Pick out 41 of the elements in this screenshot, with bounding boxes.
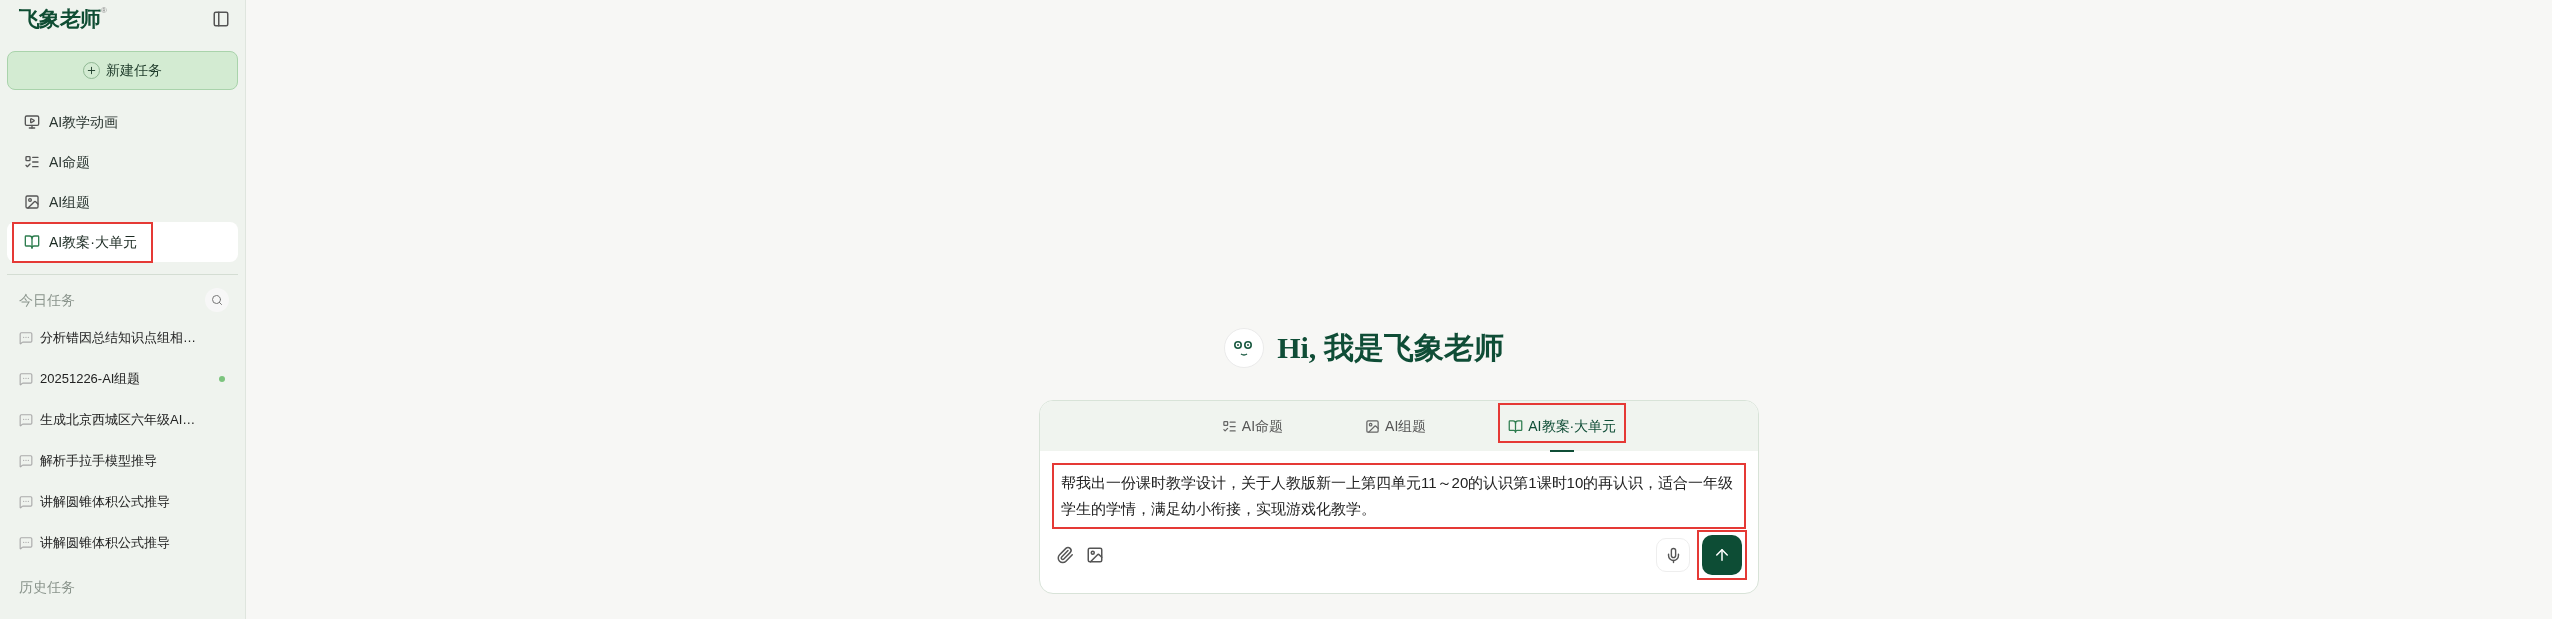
tab[interactable]: AI命题: [1211, 401, 1294, 451]
task-item[interactable]: 20251226-AI组题: [7, 358, 238, 399]
tab-underline: [1550, 450, 1575, 452]
microphone-button[interactable]: [1656, 538, 1690, 572]
attach-icon[interactable]: [1056, 546, 1074, 564]
chat-bubble-icon: [19, 412, 33, 427]
nav-item[interactable]: AI教学动画: [7, 102, 238, 142]
prompt-input[interactable]: 帮我出一份课时教学设计，关于人教版新一上第四单元11～20的认识第1课时10的再认识，适合一年级学生的学情，满足幼小衔接，实现游戏化教学。: [1052, 463, 1746, 529]
list-icon: [24, 154, 40, 170]
nav-item[interactable]: AI教案·大单元: [7, 222, 238, 262]
list-icon: [1221, 418, 1237, 434]
tab[interactable]: AI教案·大单元: [1498, 401, 1627, 451]
sidebar-toggle-icon[interactable]: [212, 10, 230, 28]
logo: 飞象老师: [19, 6, 101, 33]
section-title: 今日任务: [19, 290, 75, 310]
task-item[interactable]: 生成北京西城区六年级AI…: [7, 399, 238, 440]
search-button[interactable]: [205, 288, 229, 312]
registered-mark: ®: [100, 5, 107, 16]
new-task-button[interactable]: 新建任务: [7, 51, 238, 90]
chat-bubble-icon: [19, 535, 33, 550]
chat-bubble-icon: [19, 453, 33, 468]
chat-bubble-icon: [19, 371, 33, 386]
task-item[interactable]: 讲解圆锥体积公式推导: [7, 481, 238, 522]
nav-item[interactable]: AI组题: [7, 182, 238, 222]
greeting: Hi, 我是飞象老师: [1277, 330, 1504, 366]
task-item[interactable]: 讲解圆锥体积公式推导: [7, 522, 238, 563]
task-item[interactable]: 解析手拉手模型推导: [7, 440, 238, 481]
task-item[interactable]: 分析错因总结知识点组相…: [7, 317, 238, 358]
book-icon: [1508, 418, 1524, 434]
tab[interactable]: AI组题: [1355, 401, 1437, 451]
chat-bubble-icon: [19, 330, 33, 345]
picture-frame-icon: [1365, 418, 1381, 434]
mascot-glasses-icon: [1224, 327, 1265, 368]
nav-item[interactable]: AI命题: [7, 142, 238, 182]
section-title: 历史任务: [18, 578, 76, 597]
book-icon: [24, 234, 40, 250]
picture-frame-icon: [24, 194, 40, 210]
screen-play-icon: [24, 114, 40, 130]
image-icon[interactable]: [1086, 546, 1104, 564]
search-icon: [211, 294, 223, 306]
chat-bubble-icon: [19, 494, 33, 509]
